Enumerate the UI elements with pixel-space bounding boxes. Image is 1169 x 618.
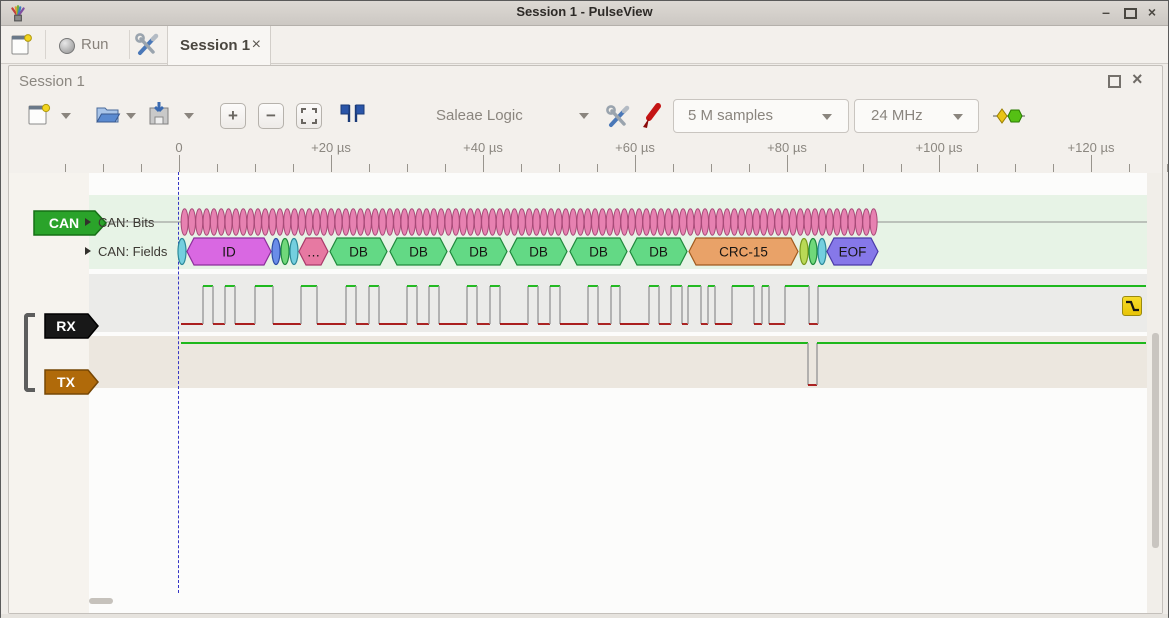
bits-row-label: CAN: Bits (98, 215, 154, 230)
settings-button[interactable] (132, 30, 162, 60)
zoom-out-button[interactable]: − (258, 103, 284, 129)
zoom-in-button[interactable]: + (220, 103, 246, 129)
dock-close-button[interactable]: × (1132, 69, 1143, 90)
decoder-row-band (89, 195, 1147, 269)
dock-title: Session 1 (19, 73, 85, 90)
maximize-button[interactable] (1120, 3, 1140, 21)
tx-channel-tag[interactable]: TX (44, 369, 100, 395)
tab-close-icon[interactable]: × (252, 36, 261, 54)
sample-rate-select[interactable]: 24 MHz (854, 99, 979, 133)
toolbar-separator (129, 30, 130, 59)
trigger-marker[interactable] (1122, 296, 1142, 316)
new-view-button[interactable] (7, 31, 39, 59)
falling-edge-icon (1123, 297, 1141, 315)
time-zero-cursor[interactable] (178, 172, 179, 593)
zoom-fit-button[interactable] (296, 103, 322, 129)
fields-row-label: CAN: Fields (98, 244, 167, 259)
save-button[interactable] (146, 100, 174, 133)
vertical-scrollbar[interactable] (1152, 333, 1159, 548)
minimize-button[interactable]: – (1096, 3, 1116, 21)
sample-count-value: 5 M samples (688, 107, 773, 124)
status-strip (1, 614, 1168, 618)
zoom-in-icon: + (228, 106, 238, 125)
rx-channel-tag[interactable]: RX (44, 313, 100, 339)
tx-channel-band (89, 336, 1147, 388)
run-label: Run (81, 36, 109, 53)
open-dropdown-caret[interactable] (126, 113, 136, 119)
channel-group-bracket[interactable] (24, 313, 35, 392)
new-session-icon (25, 100, 53, 128)
zoom-fit-icon (301, 108, 317, 124)
save-icon (146, 100, 174, 128)
fields-row-expander[interactable] (85, 247, 91, 255)
probe-button[interactable] (639, 100, 665, 135)
new-session-button[interactable] (25, 100, 53, 133)
zoom-out-icon: − (266, 106, 276, 125)
new-view-icon (7, 31, 37, 59)
dock-restore-button[interactable] (1108, 75, 1121, 88)
titlebar[interactable]: Session 1 - PulseView – × (1, 1, 1168, 26)
channels-wrench-icon (602, 101, 634, 131)
configure-channels-button[interactable] (602, 101, 634, 136)
horizontal-scrollbar[interactable] (89, 598, 113, 604)
run-button[interactable]: Run (53, 31, 123, 59)
device-dropdown-caret[interactable] (579, 113, 589, 119)
bits-row-expander[interactable] (85, 218, 91, 226)
ruler-ticks (1, 137, 1169, 173)
save-dropdown-caret[interactable] (184, 113, 194, 119)
pulseview-window: Session 1 - PulseView – × Run (0, 0, 1169, 617)
sample-count-select[interactable]: 5 M samples (673, 99, 849, 133)
settings-icon (132, 30, 162, 60)
open-folder-icon (94, 100, 122, 128)
can-tag-label: CAN (49, 215, 79, 231)
add-decoder-icon (993, 107, 1025, 125)
sample-rate-caret (953, 114, 963, 120)
tx-tag-label: TX (57, 374, 76, 390)
cursors-icon (339, 103, 367, 125)
device-select[interactable]: Saleae Logic (436, 107, 523, 124)
close-button[interactable]: × (1142, 3, 1162, 21)
sample-count-caret (822, 114, 832, 120)
probe-icon (639, 100, 665, 130)
tab-label: Session 1 (180, 37, 250, 54)
add-decoder-button[interactable] (993, 107, 1025, 130)
sample-rate-value: 24 MHz (871, 107, 923, 124)
open-button[interactable] (94, 100, 122, 133)
run-led-icon (59, 38, 75, 54)
maximize-icon (1124, 8, 1137, 19)
new-session-dropdown-caret[interactable] (61, 113, 71, 119)
toolbar-separator (45, 30, 46, 59)
rx-tag-label: RX (56, 318, 76, 334)
window-title: Session 1 - PulseView (1, 4, 1168, 19)
show-cursors-button[interactable] (339, 103, 367, 130)
rx-channel-band (89, 274, 1147, 332)
main-toolbar: Run Session 1 × (1, 26, 1168, 64)
